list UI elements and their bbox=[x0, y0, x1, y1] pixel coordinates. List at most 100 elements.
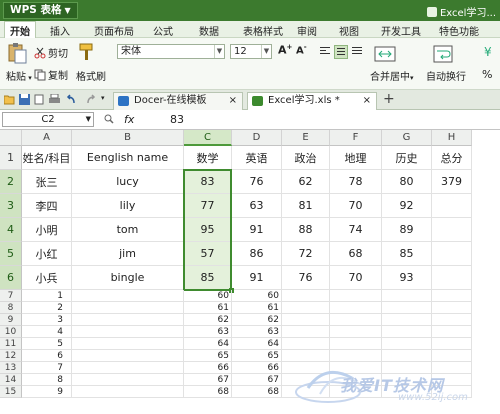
format-painter-button[interactable]: 格式刷 bbox=[76, 68, 106, 83]
table-cell[interactable] bbox=[432, 374, 472, 386]
table-cell[interactable]: 64 bbox=[232, 338, 282, 350]
paste-icon[interactable] bbox=[6, 42, 28, 64]
table-cell[interactable] bbox=[382, 362, 432, 374]
table-cell[interactable]: 66 bbox=[232, 362, 282, 374]
table-cell[interactable] bbox=[72, 290, 184, 302]
table-cell[interactable]: jim bbox=[72, 242, 184, 266]
table-cell[interactable]: 68 bbox=[330, 242, 382, 266]
table-cell[interactable] bbox=[330, 326, 382, 338]
table-cell[interactable]: 88 bbox=[282, 218, 330, 242]
table-cell[interactable] bbox=[432, 362, 472, 374]
table-cell[interactable] bbox=[330, 374, 382, 386]
print-preview-icon[interactable] bbox=[34, 94, 45, 105]
table-cell[interactable] bbox=[432, 386, 472, 398]
font-size-select[interactable]: 12 ▼ bbox=[230, 44, 272, 59]
tab-formulas[interactable]: 公式 bbox=[153, 23, 173, 38]
table-cell[interactable]: 9 bbox=[22, 386, 72, 398]
table-cell[interactable] bbox=[382, 338, 432, 350]
font-shrink-button[interactable]: A- bbox=[296, 43, 307, 56]
table-cell[interactable]: 60 bbox=[232, 290, 282, 302]
print-icon[interactable] bbox=[49, 94, 60, 105]
table-cell[interactable] bbox=[432, 326, 472, 338]
table-cell[interactable]: 78 bbox=[330, 170, 382, 194]
table-cell[interactable]: 85 bbox=[184, 266, 232, 290]
tab-view[interactable]: 视图 bbox=[339, 23, 359, 38]
table-cell[interactable] bbox=[382, 290, 432, 302]
doc-tab-docer[interactable]: Docer-在线模板 × bbox=[113, 92, 243, 110]
align-bottom-icon[interactable] bbox=[350, 45, 364, 59]
paste-button[interactable]: 粘贴 ▾ bbox=[6, 68, 32, 83]
table-cell[interactable] bbox=[330, 338, 382, 350]
table-cell[interactable] bbox=[432, 266, 472, 290]
percent-button[interactable]: % bbox=[482, 68, 492, 81]
table-cell[interactable]: 80 bbox=[382, 170, 432, 194]
table-cell[interactable]: 李四 bbox=[22, 194, 72, 218]
table-cell[interactable]: lucy bbox=[72, 170, 184, 194]
table-cell[interactable] bbox=[432, 194, 472, 218]
table-cell[interactable] bbox=[282, 302, 330, 314]
table-cell[interactable] bbox=[330, 362, 382, 374]
table-cell[interactable]: 历史 bbox=[382, 146, 432, 170]
merge-center-icon[interactable] bbox=[373, 43, 397, 65]
table-cell[interactable] bbox=[330, 290, 382, 302]
table-cell[interactable]: 数学 bbox=[184, 146, 232, 170]
tab-review[interactable]: 审阅 bbox=[297, 23, 317, 38]
table-cell[interactable]: 67 bbox=[232, 374, 282, 386]
table-cell[interactable]: 70 bbox=[330, 266, 382, 290]
merge-center-button[interactable]: 合并居中▾ bbox=[370, 68, 414, 83]
column-header-h[interactable]: H bbox=[432, 130, 472, 146]
open-folder-icon[interactable] bbox=[4, 94, 15, 105]
row-header[interactable]: 3 bbox=[0, 194, 22, 218]
table-cell[interactable]: 2 bbox=[22, 302, 72, 314]
table-cell[interactable]: 4 bbox=[22, 326, 72, 338]
table-cell[interactable]: 72 bbox=[282, 242, 330, 266]
row-header[interactable]: 6 bbox=[0, 266, 22, 290]
table-cell[interactable] bbox=[282, 350, 330, 362]
row-header[interactable]: 14 bbox=[0, 374, 22, 386]
close-icon[interactable]: × bbox=[363, 93, 371, 109]
table-cell[interactable]: 66 bbox=[184, 362, 232, 374]
tab-home[interactable]: 开始 bbox=[4, 21, 36, 38]
table-cell[interactable]: 57 bbox=[184, 242, 232, 266]
table-cell[interactable] bbox=[432, 242, 472, 266]
table-cell[interactable] bbox=[432, 314, 472, 326]
align-top-icon[interactable] bbox=[318, 45, 332, 59]
table-cell[interactable] bbox=[382, 374, 432, 386]
table-cell[interactable] bbox=[330, 350, 382, 362]
table-cell[interactable] bbox=[382, 350, 432, 362]
row-header[interactable]: 11 bbox=[0, 338, 22, 350]
fx-button[interactable]: fx bbox=[124, 113, 134, 126]
table-cell[interactable]: 76 bbox=[232, 170, 282, 194]
table-cell[interactable] bbox=[282, 326, 330, 338]
table-cell[interactable]: 95 bbox=[184, 218, 232, 242]
select-all-corner[interactable] bbox=[0, 130, 22, 146]
table-cell[interactable] bbox=[72, 350, 184, 362]
table-cell[interactable] bbox=[330, 386, 382, 398]
table-cell[interactable] bbox=[282, 290, 330, 302]
row-header[interactable]: 2 bbox=[0, 170, 22, 194]
tab-table-style[interactable]: 表格样式 bbox=[243, 23, 283, 38]
row-header[interactable]: 9 bbox=[0, 314, 22, 326]
table-cell[interactable]: 85 bbox=[382, 242, 432, 266]
app-menu-button[interactable]: WPS 表格 ▼ bbox=[3, 2, 78, 19]
table-cell[interactable] bbox=[282, 362, 330, 374]
name-box[interactable]: C2 ▼ bbox=[2, 112, 94, 127]
table-cell[interactable]: 地理 bbox=[330, 146, 382, 170]
table-cell[interactable]: 379 bbox=[432, 170, 472, 194]
table-cell[interactable] bbox=[72, 338, 184, 350]
column-header-c[interactable]: C bbox=[184, 130, 232, 146]
table-cell[interactable]: 77 bbox=[184, 194, 232, 218]
table-cell[interactable]: 61 bbox=[232, 302, 282, 314]
column-header-f[interactable]: F bbox=[330, 130, 382, 146]
table-cell[interactable]: 张三 bbox=[22, 170, 72, 194]
table-cell[interactable]: 英语 bbox=[232, 146, 282, 170]
row-header[interactable]: 4 bbox=[0, 218, 22, 242]
table-cell[interactable] bbox=[382, 302, 432, 314]
column-header-g[interactable]: G bbox=[382, 130, 432, 146]
tab-page-layout[interactable]: 页面布局 bbox=[94, 23, 134, 38]
table-cell[interactable]: 63 bbox=[232, 194, 282, 218]
table-cell[interactable]: 68 bbox=[232, 386, 282, 398]
table-cell[interactable]: 64 bbox=[184, 338, 232, 350]
table-cell[interactable]: 政治 bbox=[282, 146, 330, 170]
table-cell[interactable] bbox=[382, 386, 432, 398]
